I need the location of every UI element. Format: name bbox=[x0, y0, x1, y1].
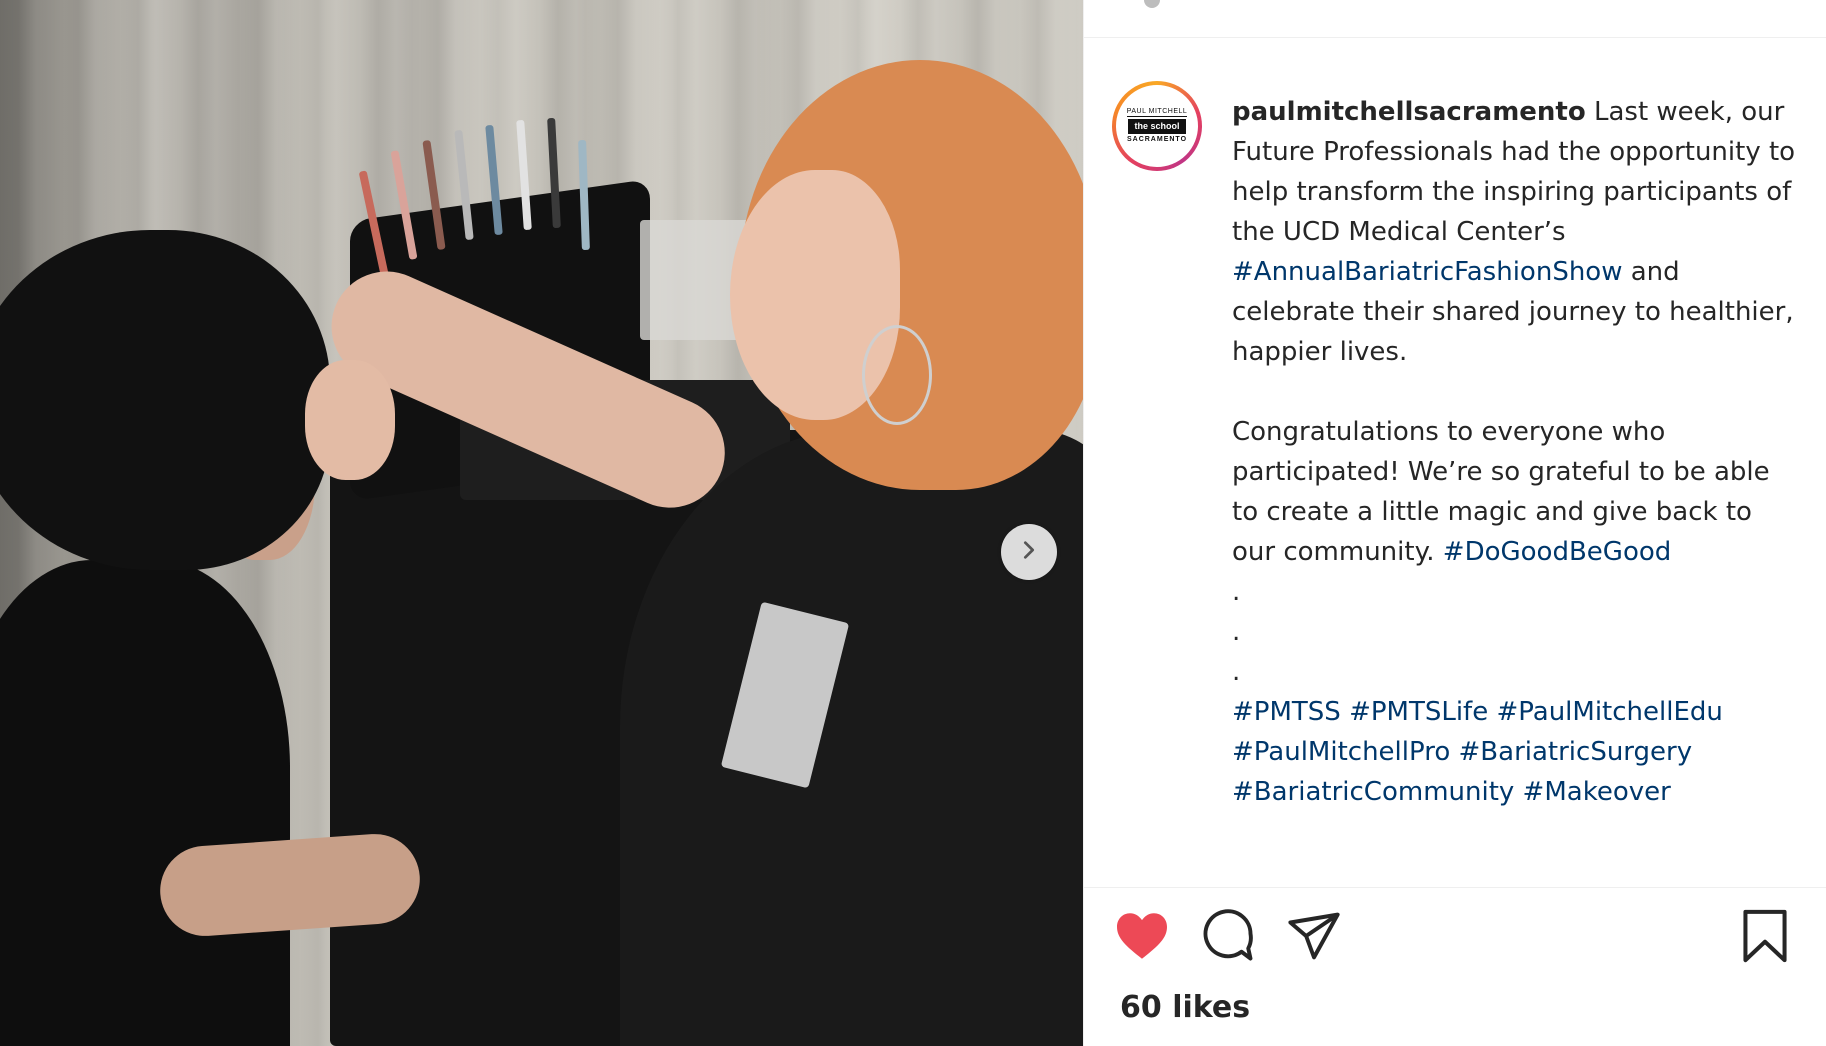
post-side-panel: PAUL MITCHELL the school SACRAMENTO paul… bbox=[1083, 0, 1826, 1046]
avatar-text-line2: the school bbox=[1128, 119, 1186, 134]
author-avatar[interactable]: PAUL MITCHELL the school SACRAMENTO bbox=[1116, 85, 1198, 167]
heart-filled-icon bbox=[1114, 911, 1170, 966]
hashtag-link[interactable]: #BariatricSurgery bbox=[1459, 737, 1693, 767]
panel-header-edge bbox=[1084, 0, 1826, 38]
seated-person-hair bbox=[0, 230, 330, 570]
caption-dot-line: . bbox=[1232, 577, 1241, 607]
caption-paragraph: paulmitchellsacramento Last week, our Fu… bbox=[1232, 92, 1802, 372]
avatar-text-line1: PAUL MITCHELL bbox=[1126, 108, 1188, 117]
hashtag-block: #PMTSS #PMTSLife #PaulMitchellEdu #PaulM… bbox=[1232, 692, 1802, 812]
comment-button[interactable] bbox=[1198, 908, 1258, 968]
actions-divider bbox=[1084, 887, 1826, 888]
post-caption: paulmitchellsacramento Last week, our Fu… bbox=[1232, 92, 1802, 812]
action-bar bbox=[1084, 908, 1826, 978]
makeup-artist-body bbox=[620, 430, 1083, 1046]
caption-dot-line: . bbox=[1232, 617, 1241, 647]
header-avatar-partial bbox=[1144, 0, 1160, 8]
caption-dot-line: . bbox=[1232, 657, 1241, 687]
save-button[interactable] bbox=[1735, 908, 1795, 968]
caption-username[interactable]: paulmitchellsacramento bbox=[1232, 97, 1586, 127]
seated-person-arm bbox=[157, 831, 423, 939]
post-photo bbox=[0, 0, 1083, 1046]
like-button[interactable] bbox=[1112, 908, 1172, 968]
hashtag-link[interactable]: #BariatricCommunity bbox=[1232, 777, 1514, 807]
author-avatar-ring[interactable]: PAUL MITCHELL the school SACRAMENTO bbox=[1112, 81, 1202, 171]
hashtag-link[interactable]: #PMTSS bbox=[1232, 697, 1341, 727]
chevron-right-icon bbox=[1018, 539, 1040, 566]
seated-person-body bbox=[0, 560, 290, 1046]
hashtag-link[interactable]: #PaulMitchellPro bbox=[1232, 737, 1450, 767]
hashtag-link[interactable]: #DoGoodBeGood bbox=[1443, 537, 1671, 567]
share-button[interactable] bbox=[1284, 908, 1344, 968]
hashtag-link[interactable]: #AnnualBariatricFashionShow bbox=[1232, 257, 1622, 287]
paper-plane-icon bbox=[1287, 911, 1341, 966]
caption-scroll-area[interactable]: paulmitchellsacramento Last week, our Fu… bbox=[1232, 92, 1802, 880]
avatar-text-line3: SACRAMENTO bbox=[1126, 136, 1188, 143]
makeup-artist-hand bbox=[305, 360, 395, 480]
caption-paragraph: Congratulations to everyone who particip… bbox=[1232, 412, 1802, 572]
hoop-earring bbox=[862, 325, 932, 425]
comment-bubble-icon bbox=[1201, 908, 1255, 968]
hashtag-link[interactable]: #Makeover bbox=[1523, 777, 1671, 807]
hashtag-link[interactable]: #PMTSLife bbox=[1349, 697, 1488, 727]
next-photo-button[interactable] bbox=[1001, 524, 1057, 580]
hashtag-link[interactable]: #PaulMitchellEdu bbox=[1496, 697, 1722, 727]
likes-count[interactable]: 60 likes bbox=[1120, 990, 1250, 1025]
bookmark-icon bbox=[1742, 908, 1788, 969]
